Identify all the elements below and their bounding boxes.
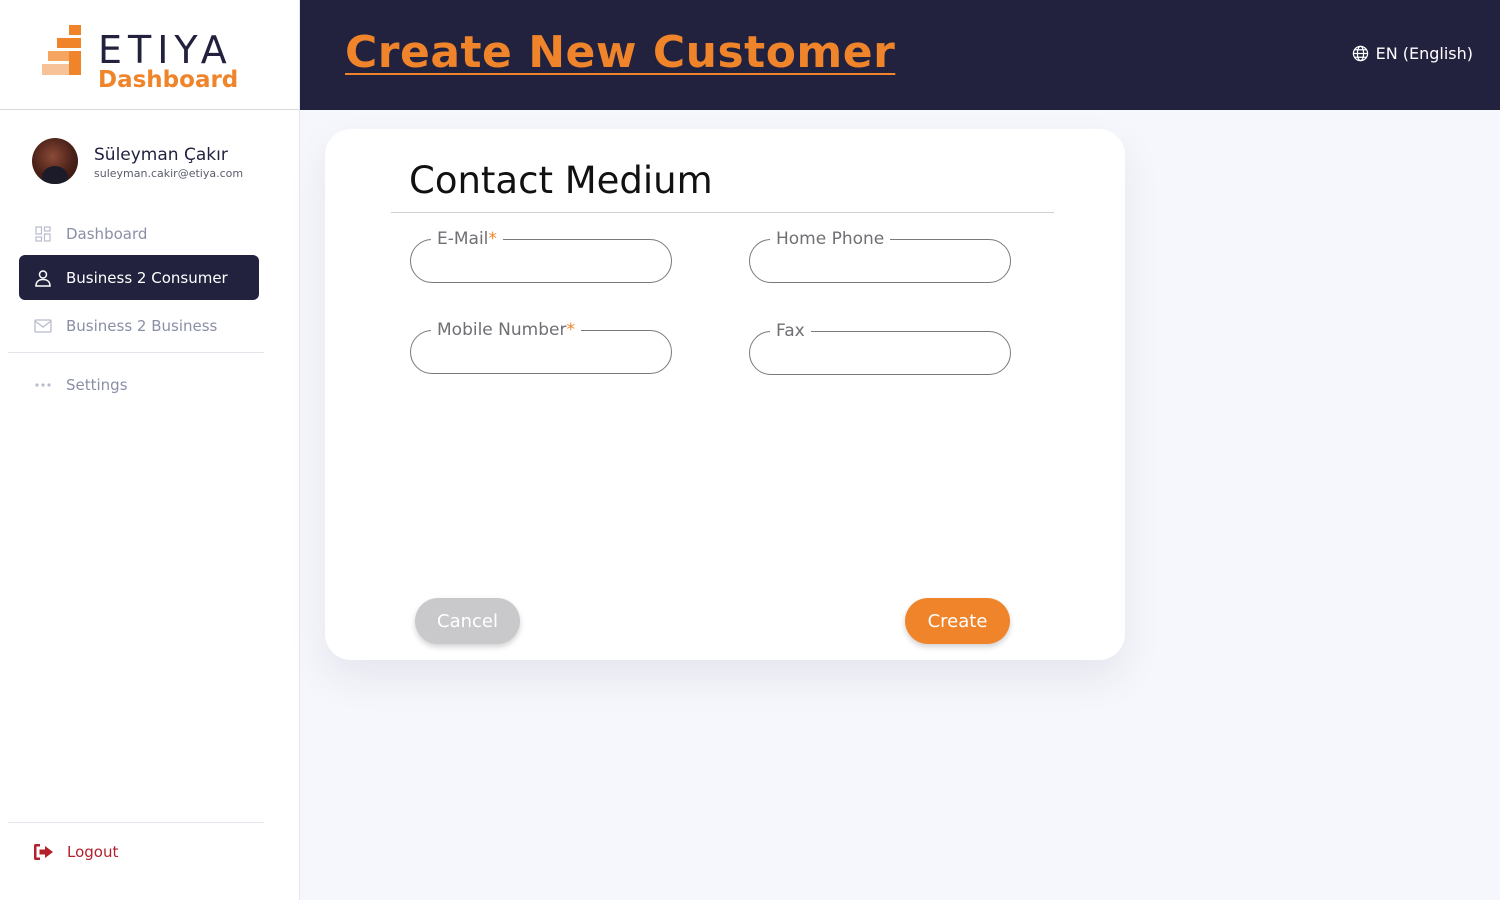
- mobile-number-input[interactable]: [429, 341, 653, 365]
- sidebar-item-dashboard[interactable]: Dashboard: [19, 211, 259, 256]
- top-header: Create New Customer EN (English): [300, 0, 1500, 110]
- email-label: E-Mail*: [431, 229, 503, 249]
- language-selector[interactable]: EN (English): [1352, 44, 1473, 63]
- home-phone-field[interactable]: Home Phone: [749, 229, 1011, 283]
- sidebar-item-label: Business 2 Consumer: [66, 268, 228, 287]
- contact-medium-card: Contact Medium E-Mail* Home Phone Mobile…: [325, 129, 1125, 660]
- dots-icon: [32, 374, 54, 396]
- mail-icon: [32, 315, 54, 337]
- page-title: Create New Customer: [345, 27, 896, 78]
- section-divider: [391, 212, 1054, 213]
- sidebar-item-label: Business 2 Business: [66, 316, 218, 335]
- user-profile: Süleyman Çakır suleyman.cakir@etiya.com: [32, 138, 282, 186]
- email-field[interactable]: E-Mail*: [410, 229, 672, 283]
- logout-button[interactable]: Logout: [19, 830, 259, 874]
- sidebar-item-settings[interactable]: Settings: [19, 362, 259, 407]
- logout-label: Logout: [67, 843, 119, 861]
- home-phone-input[interactable]: [768, 250, 992, 274]
- sidebar-item-label: Dashboard: [66, 224, 148, 243]
- email-input[interactable]: [429, 250, 653, 274]
- sidebar: ETIYA Dashboard Süleyman Çakır suleyman.…: [0, 0, 300, 900]
- required-marker: *: [566, 320, 575, 340]
- language-label: EN (English): [1375, 44, 1473, 63]
- fax-field[interactable]: Fax: [749, 321, 1011, 375]
- section-title: Contact Medium: [409, 159, 713, 202]
- create-button[interactable]: Create: [905, 598, 1010, 644]
- fax-input[interactable]: [768, 342, 992, 366]
- logout-icon: [32, 841, 56, 863]
- brand-product: Dashboard: [98, 67, 239, 93]
- user-icon: [32, 267, 54, 289]
- cancel-button[interactable]: Cancel: [415, 598, 520, 644]
- home-phone-label: Home Phone: [770, 229, 891, 249]
- user-name: Süleyman Çakır: [94, 145, 228, 165]
- globe-icon: [1352, 45, 1369, 62]
- mobile-number-field[interactable]: Mobile Number*: [410, 320, 672, 374]
- sidebar-item-business-2-consumer[interactable]: Business 2 Consumer: [19, 255, 259, 300]
- sidebar-item-business-2-business[interactable]: Business 2 Business: [19, 303, 259, 348]
- required-marker: *: [488, 229, 497, 249]
- sidebar-item-label: Settings: [66, 375, 128, 394]
- avatar: [32, 138, 78, 184]
- fax-label: Fax: [770, 321, 811, 341]
- mobile-number-label: Mobile Number*: [431, 320, 581, 340]
- logo-area: ETIYA Dashboard: [0, 0, 299, 110]
- grid-icon: [32, 223, 54, 245]
- sidebar-divider: [8, 352, 264, 353]
- user-email: suleyman.cakir@etiya.com: [94, 167, 244, 180]
- etiya-logo-icon: [42, 25, 82, 77]
- sidebar-divider: [8, 822, 264, 823]
